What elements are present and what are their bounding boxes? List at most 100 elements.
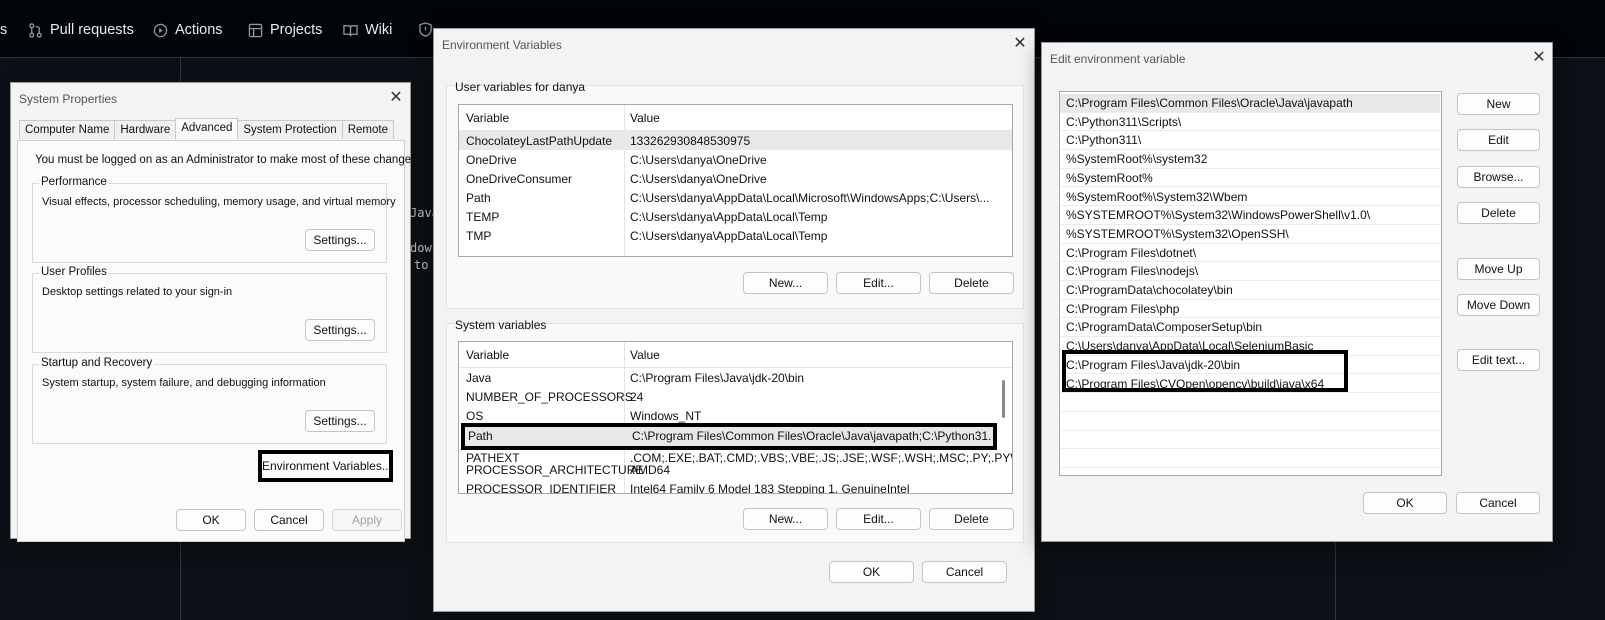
- move-down-button[interactable]: Move Down: [1457, 294, 1540, 316]
- row-variable: TEMP: [466, 210, 500, 224]
- table-row[interactable]: Java C:\Program Files\Java\jdk-20\bin: [459, 368, 1012, 387]
- table-row[interactable]: Path C:\Users\danya\AppData\Local\Micros…: [459, 188, 1012, 207]
- table-scrollbar[interactable]: [1002, 380, 1005, 418]
- close-icon[interactable]: ✕: [385, 87, 407, 109]
- ok-button[interactable]: OK: [829, 561, 914, 583]
- list-item[interactable]: %SYSTEMROOT%\System32\OpenSSH\: [1060, 225, 1440, 244]
- table-row[interactable]: TMP C:\Users\danya\AppData\Local\Temp: [459, 226, 1012, 245]
- delete-button[interactable]: Delete: [1457, 202, 1540, 224]
- list-item[interactable]: %SystemRoot%\system32: [1060, 150, 1440, 169]
- user-variables-section: User variables for danya Variable Value …: [446, 80, 1024, 309]
- table-row-path-selected[interactable]: Path C:\Program Files\Common Files\Oracl…: [461, 423, 997, 450]
- close-icon[interactable]: ✕: [1009, 33, 1031, 55]
- nav-tab-actions[interactable]: Actions: [153, 22, 223, 38]
- group-title: User Profiles: [39, 266, 109, 278]
- list-item-empty[interactable]: [1060, 431, 1440, 450]
- user-delete-button[interactable]: Delete: [929, 272, 1014, 294]
- table-row[interactable]: PROCESSOR_IDENTIFIER Intel64 Family 6 Mo…: [459, 479, 1012, 494]
- nav-tab-partial[interactable]: s: [0, 22, 7, 38]
- user-edit-button[interactable]: Edit...: [836, 272, 921, 294]
- new-button[interactable]: New: [1457, 93, 1540, 115]
- column-header-variable: Variable: [466, 111, 510, 125]
- cancel-button[interactable]: Cancel: [1456, 492, 1540, 514]
- row-variable: Path: [466, 191, 491, 205]
- row-variable: PROCESSOR_ARCHITECTURE: [466, 463, 644, 477]
- nav-tab-security[interactable]: [418, 22, 433, 37]
- nav-tab-label: Wiki: [365, 22, 393, 38]
- list-item[interactable]: C:\ProgramData\ComposerSetup\bin: [1060, 318, 1440, 338]
- list-item[interactable]: C:\Program Files\php: [1060, 300, 1440, 319]
- table-row[interactable]: PROCESSOR_ARCHITECTURE AMD64: [459, 460, 1012, 479]
- list-item[interactable]: C:\Python311\: [1060, 131, 1440, 151]
- table-row[interactable]: OneDriveConsumer C:\Users\danya\OneDrive: [459, 169, 1012, 188]
- performance-settings-button[interactable]: Settings...: [305, 229, 375, 251]
- close-icon[interactable]: ✕: [1528, 47, 1550, 69]
- table-icon: [248, 23, 263, 38]
- system-variables-section: System variables Variable Value Java C:\…: [446, 318, 1024, 543]
- startup-settings-button[interactable]: Settings...: [305, 410, 375, 432]
- row-variable: TMP: [466, 229, 492, 243]
- list-item[interactable]: C:\ProgramData\chocolatey\bin: [1060, 281, 1440, 300]
- list-item-empty[interactable]: [1060, 393, 1440, 412]
- group-title: Performance: [39, 176, 109, 188]
- list-item-empty[interactable]: [1060, 412, 1440, 431]
- tab-advanced[interactable]: Advanced: [175, 118, 239, 139]
- row-value: C:\Users\danya\AppData\Local\Temp: [630, 210, 828, 224]
- row-value: Intel64 Family 6 Model 183 Stepping 1, G…: [630, 482, 910, 494]
- list-item[interactable]: %SystemRoot%\System32\Wbem: [1060, 188, 1440, 207]
- list-item[interactable]: %SYSTEMROOT%\System32\WindowsPowerShell\…: [1060, 206, 1440, 225]
- table-row[interactable]: NUMBER_OF_PROCESSORS 24: [459, 387, 1012, 406]
- nav-tab-wiki[interactable]: Wiki: [343, 22, 392, 38]
- list-item[interactable]: C:\Python311\Scripts\: [1060, 113, 1440, 132]
- table-row[interactable]: TEMP C:\Users\danya\AppData\Local\Temp: [459, 207, 1012, 226]
- nav-tab-projects[interactable]: Projects: [248, 22, 322, 38]
- list-item-empty[interactable]: [1060, 449, 1440, 468]
- list-item[interactable]: %SystemRoot%: [1060, 169, 1440, 188]
- system-delete-button[interactable]: Delete: [929, 508, 1014, 530]
- row-value: Windows_NT: [630, 409, 702, 423]
- nav-tab-pull-requests[interactable]: Pull requests: [28, 22, 134, 38]
- table-row[interactable]: ChocolateyLastPathUpdate 133262930848530…: [459, 131, 1012, 150]
- dialog-title: Environment Variables: [442, 38, 562, 52]
- highlight-box: [1062, 350, 1348, 392]
- cancel-button[interactable]: Cancel: [254, 509, 324, 531]
- group-description: Desktop settings related to your sign-in: [42, 286, 233, 298]
- tab-hardware[interactable]: Hardware: [114, 120, 177, 139]
- ok-button[interactable]: OK: [176, 509, 246, 531]
- list-item[interactable]: C:\Program Files\dotnet\: [1060, 244, 1440, 263]
- browse-button[interactable]: Browse...: [1457, 166, 1540, 188]
- table-header: Variable Value: [459, 342, 1012, 368]
- row-value: AMD64: [630, 463, 671, 477]
- system-variables-table[interactable]: Variable Value Java C:\Program Files\Jav…: [458, 341, 1013, 494]
- row-value: 133262930848530975: [630, 134, 751, 148]
- system-edit-button[interactable]: Edit...: [836, 508, 921, 530]
- nav-tab-label: Projects: [270, 22, 323, 38]
- column-header-value: Value: [630, 348, 660, 362]
- user-profiles-settings-button[interactable]: Settings...: [305, 319, 375, 341]
- row-value: C:\Users\danya\OneDrive: [630, 172, 767, 186]
- tab-strip: Computer Name Hardware Advanced System P…: [19, 118, 394, 140]
- tab-system-protection[interactable]: System Protection: [237, 120, 343, 139]
- move-up-button[interactable]: Move Up: [1457, 258, 1540, 280]
- row-variable: PROCESSOR_IDENTIFIER: [466, 482, 617, 494]
- list-item[interactable]: C:\Program Files\Common Files\Oracle\Jav…: [1060, 94, 1440, 113]
- table-row[interactable]: OneDrive C:\Users\danya\OneDrive: [459, 150, 1012, 169]
- tab-remote[interactable]: Remote: [341, 120, 394, 139]
- tab-computer-name[interactable]: Computer Name: [19, 120, 116, 139]
- section-title: User variables for danya: [455, 80, 586, 94]
- edit-button[interactable]: Edit: [1457, 129, 1540, 151]
- list-item[interactable]: C:\Program Files\nodejs\: [1060, 262, 1440, 281]
- row-variable: NUMBER_OF_PROCESSORS: [466, 390, 633, 404]
- performance-group: Performance Visual effects, processor sc…: [32, 176, 396, 263]
- pull-request-icon: [28, 22, 43, 38]
- system-new-button[interactable]: New...: [743, 508, 828, 530]
- edit-text-button[interactable]: Edit text...: [1457, 349, 1540, 371]
- user-variables-table[interactable]: Variable Value ChocolateyLastPathUpdate …: [458, 104, 1013, 257]
- ok-button[interactable]: OK: [1363, 492, 1447, 514]
- path-entries-list[interactable]: C:\Program Files\Common Files\Oracle\Jav…: [1059, 91, 1442, 476]
- user-new-button[interactable]: New...: [743, 272, 828, 294]
- apply-button[interactable]: Apply: [332, 509, 402, 531]
- nav-tab-partial-label: s: [0, 22, 8, 38]
- environment-variables-button[interactable]: Environment Variables...: [258, 450, 393, 482]
- cancel-button[interactable]: Cancel: [922, 561, 1007, 583]
